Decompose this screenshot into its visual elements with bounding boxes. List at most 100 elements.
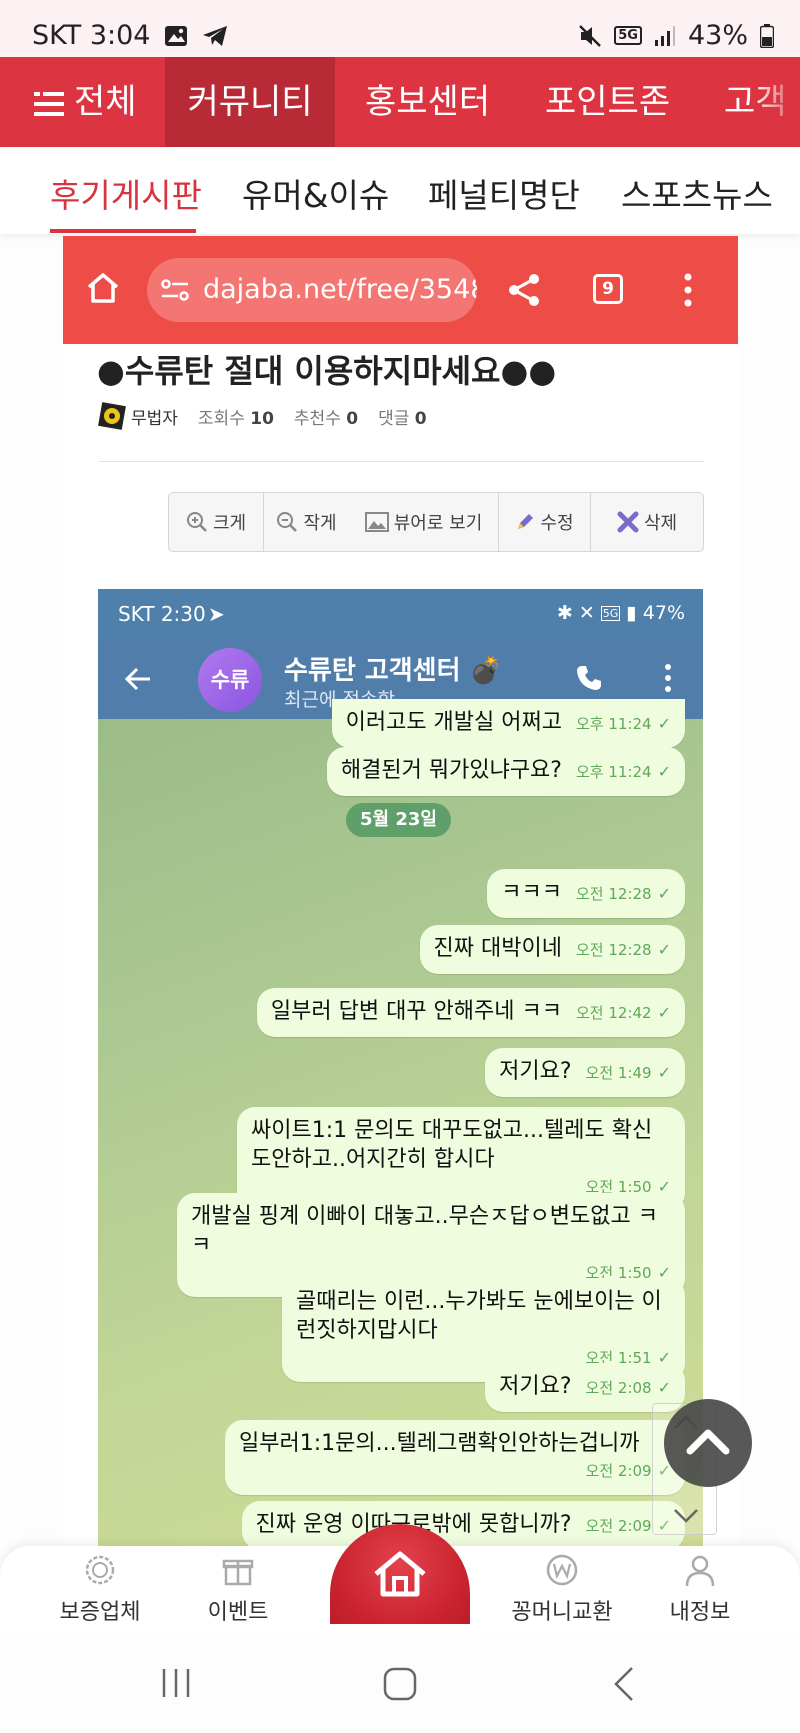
contact-name-text: 수류탄 고객센터 (284, 656, 461, 686)
bottom-nav-profile[interactable]: 내정보 (640, 1552, 760, 1626)
message-time: 오후 11:24 ✓ (576, 709, 671, 739)
zoom-out-label: 작게 (303, 513, 337, 534)
nav-all[interactable]: 전체 (34, 57, 137, 147)
check-icon: ✓ (657, 1003, 671, 1022)
message-time: 오후 11:24 ✓ (576, 757, 671, 787)
nav-points[interactable]: 포인트존 (545, 57, 670, 147)
post-screenshot: dajaba.net/free/3548 9 ●수류탄 절대 이용하지마세요●●… (63, 236, 738, 1546)
check-icon: ✓ (657, 714, 671, 733)
tab-reviews[interactable]: 후기게시판 (50, 169, 202, 217)
check-icon: ✓ (657, 1378, 671, 1397)
tg-signal-icon: ▮ (626, 602, 637, 624)
recent-apps-icon[interactable] (160, 1667, 192, 1699)
message-text: 해결된거 뭐가있냐구요? (340, 758, 562, 783)
image-icon (364, 512, 389, 532)
edit-button: 수정 (499, 493, 591, 551)
bottom-nav-exchange-label: 꽁머니교환 (511, 1600, 613, 1625)
zoom-in-button: 크게 (169, 493, 264, 551)
delete-label: 삭제 (643, 513, 678, 534)
home-square-icon[interactable] (383, 1667, 417, 1701)
message-time-text: 오후 11:24 (575, 715, 652, 733)
telegram-chat-image: SKT 2:30 ➤ ✱ ✕ 5G ▮ 47% 수류 수류탄 고객센터 💣 최근… (98, 589, 703, 1546)
tg-mute-icon: ✕ (578, 602, 595, 624)
tab-count-icon: 9 (593, 274, 623, 304)
check-icon: ✓ (657, 1063, 671, 1082)
message-time-text: 오전 12:28 (575, 885, 652, 903)
nav-community[interactable]: 커뮤니티 (165, 57, 335, 147)
telegram-icon (203, 25, 228, 46)
chevron-up-icon (686, 1429, 730, 1455)
message-time: 오전 12:42 ✓ (576, 998, 671, 1028)
likes-count: 0 (346, 408, 359, 429)
back-icon[interactable] (612, 1666, 636, 1702)
tab-penalty[interactable]: 페널티명단 (428, 169, 580, 217)
check-icon: ✓ (657, 884, 671, 903)
chat-message: 해결된거 뭐가있냐구요? 오후 11:24 ✓ (326, 747, 685, 796)
edit-label: 수정 (540, 513, 574, 534)
bottom-nav-exchange[interactable]: 꽁머니교환 (502, 1552, 622, 1626)
comments-count: 0 (414, 408, 427, 429)
message-text: 이러고도 개발실 어쩌고 (345, 710, 562, 735)
tab-sports[interactable]: 스포츠뉴스 (621, 169, 773, 217)
message-text: 진짜 대박이네 (433, 936, 562, 961)
bottom-nav-profile-label: 내정보 (669, 1600, 731, 1625)
bottom-nav-event-label: 이벤트 (207, 1600, 269, 1625)
tg-status-bar: SKT 2:30 ➤ ✱ ✕ 5G ▮ 47% (98, 589, 703, 639)
url-text: dajaba.net/free/3548 (203, 274, 477, 305)
tab-humor[interactable]: 유머&이슈 (242, 169, 389, 217)
site-settings-icon (161, 279, 189, 301)
zoom-out-button: 작게 (264, 493, 349, 551)
message-text: 저기요? (499, 1059, 572, 1084)
message-time: 오전 2:09 ✓ (253, 1456, 671, 1486)
active-tab-indicator (50, 229, 196, 233)
primary-nav: 전체 커뮤니티 홍보센터 포인트존 고객 (0, 57, 800, 147)
nav-promotion[interactable]: 홍보센터 (365, 57, 490, 147)
more-vertical-icon (665, 664, 671, 692)
message-time: 오전 12:28 ✓ (576, 935, 671, 965)
message-time-text: 오전 2:09 (585, 1462, 652, 1480)
chat-message: 일부러1:1문의...텔레그램확인안하는겁니까 오전 2:09 ✓ (225, 1420, 685, 1495)
badge-icon (85, 1555, 115, 1585)
gallery-icon (165, 25, 188, 46)
contact-name: 수류탄 고객센터 💣 (284, 650, 502, 687)
battery-icon (760, 23, 774, 48)
message-text: 일부러1:1문의...텔레그램확인안하는겁니까 (239, 1431, 640, 1456)
scroll-top-button[interactable] (664, 1399, 752, 1487)
post-author: 무법자 (131, 408, 178, 429)
message-text: 저기요? (499, 1374, 572, 1399)
tg-status-time: SKT 2:30 (118, 602, 206, 626)
chat-message: 일부러 답변 대꾸 안해주네 ㅋㅋ 오전 12:42 ✓ (256, 988, 685, 1037)
message-time: 오전 2:08 ✓ (586, 1373, 671, 1403)
message-text: 일부러 답변 대꾸 안해주네 ㅋㅋ (270, 999, 562, 1024)
bottom-nav-event[interactable]: 이벤트 (178, 1552, 298, 1626)
message-time-text: 오전 12:42 (575, 1004, 652, 1022)
nav-customer[interactable]: 고객 (724, 57, 800, 147)
zoom-in-label: 크게 (212, 513, 247, 534)
viewer-button: 뷰어로 보기 (349, 493, 499, 551)
divider (99, 461, 704, 462)
mute-icon (579, 24, 602, 47)
message-time: 오전 1:49 ✓ (586, 1058, 671, 1088)
message-time-text: 오전 1:49 (585, 1064, 652, 1082)
system-nav-bar (0, 1632, 800, 1733)
viewer-label: 뷰어로 보기 (393, 513, 483, 534)
chat-message: 진짜 운영 이따구로밖에 못합니까?오전 2:09✓ (241, 1501, 685, 1546)
message-text: 싸이트1:1 문의도 대꾸도없고...텔레도 확신도안하고..어지간히 합시다 (251, 1118, 653, 1172)
battery-percent: 43% (687, 20, 748, 51)
bottom-nav-guarantee-label: 보증업체 (59, 1600, 141, 1625)
message-time: 오전 12:28 ✓ (576, 879, 671, 909)
signal-icon (654, 25, 675, 46)
views-count: 10 (250, 408, 274, 429)
nav-all-label: 전체 (74, 82, 137, 122)
app-screen: SKT 3:04 5G 43% 전체 커뮤니티 홍보센터 포인트존 고객 후기게… (0, 0, 800, 1733)
message-time-text: 오전 12:28 (575, 941, 652, 959)
gift-icon (222, 1559, 254, 1586)
delete-x-icon (617, 511, 639, 533)
date-separator: 5월 23일 (346, 803, 451, 837)
message-time-text: 오후 11:24 (575, 763, 652, 781)
zoom-out-icon (277, 512, 298, 532)
menu-icon (34, 91, 64, 116)
tg-bluetooth-icon: ✱ (556, 602, 573, 624)
bottom-nav-guarantee[interactable]: 보증업체 (40, 1552, 160, 1626)
won-coin-icon (546, 1554, 578, 1586)
